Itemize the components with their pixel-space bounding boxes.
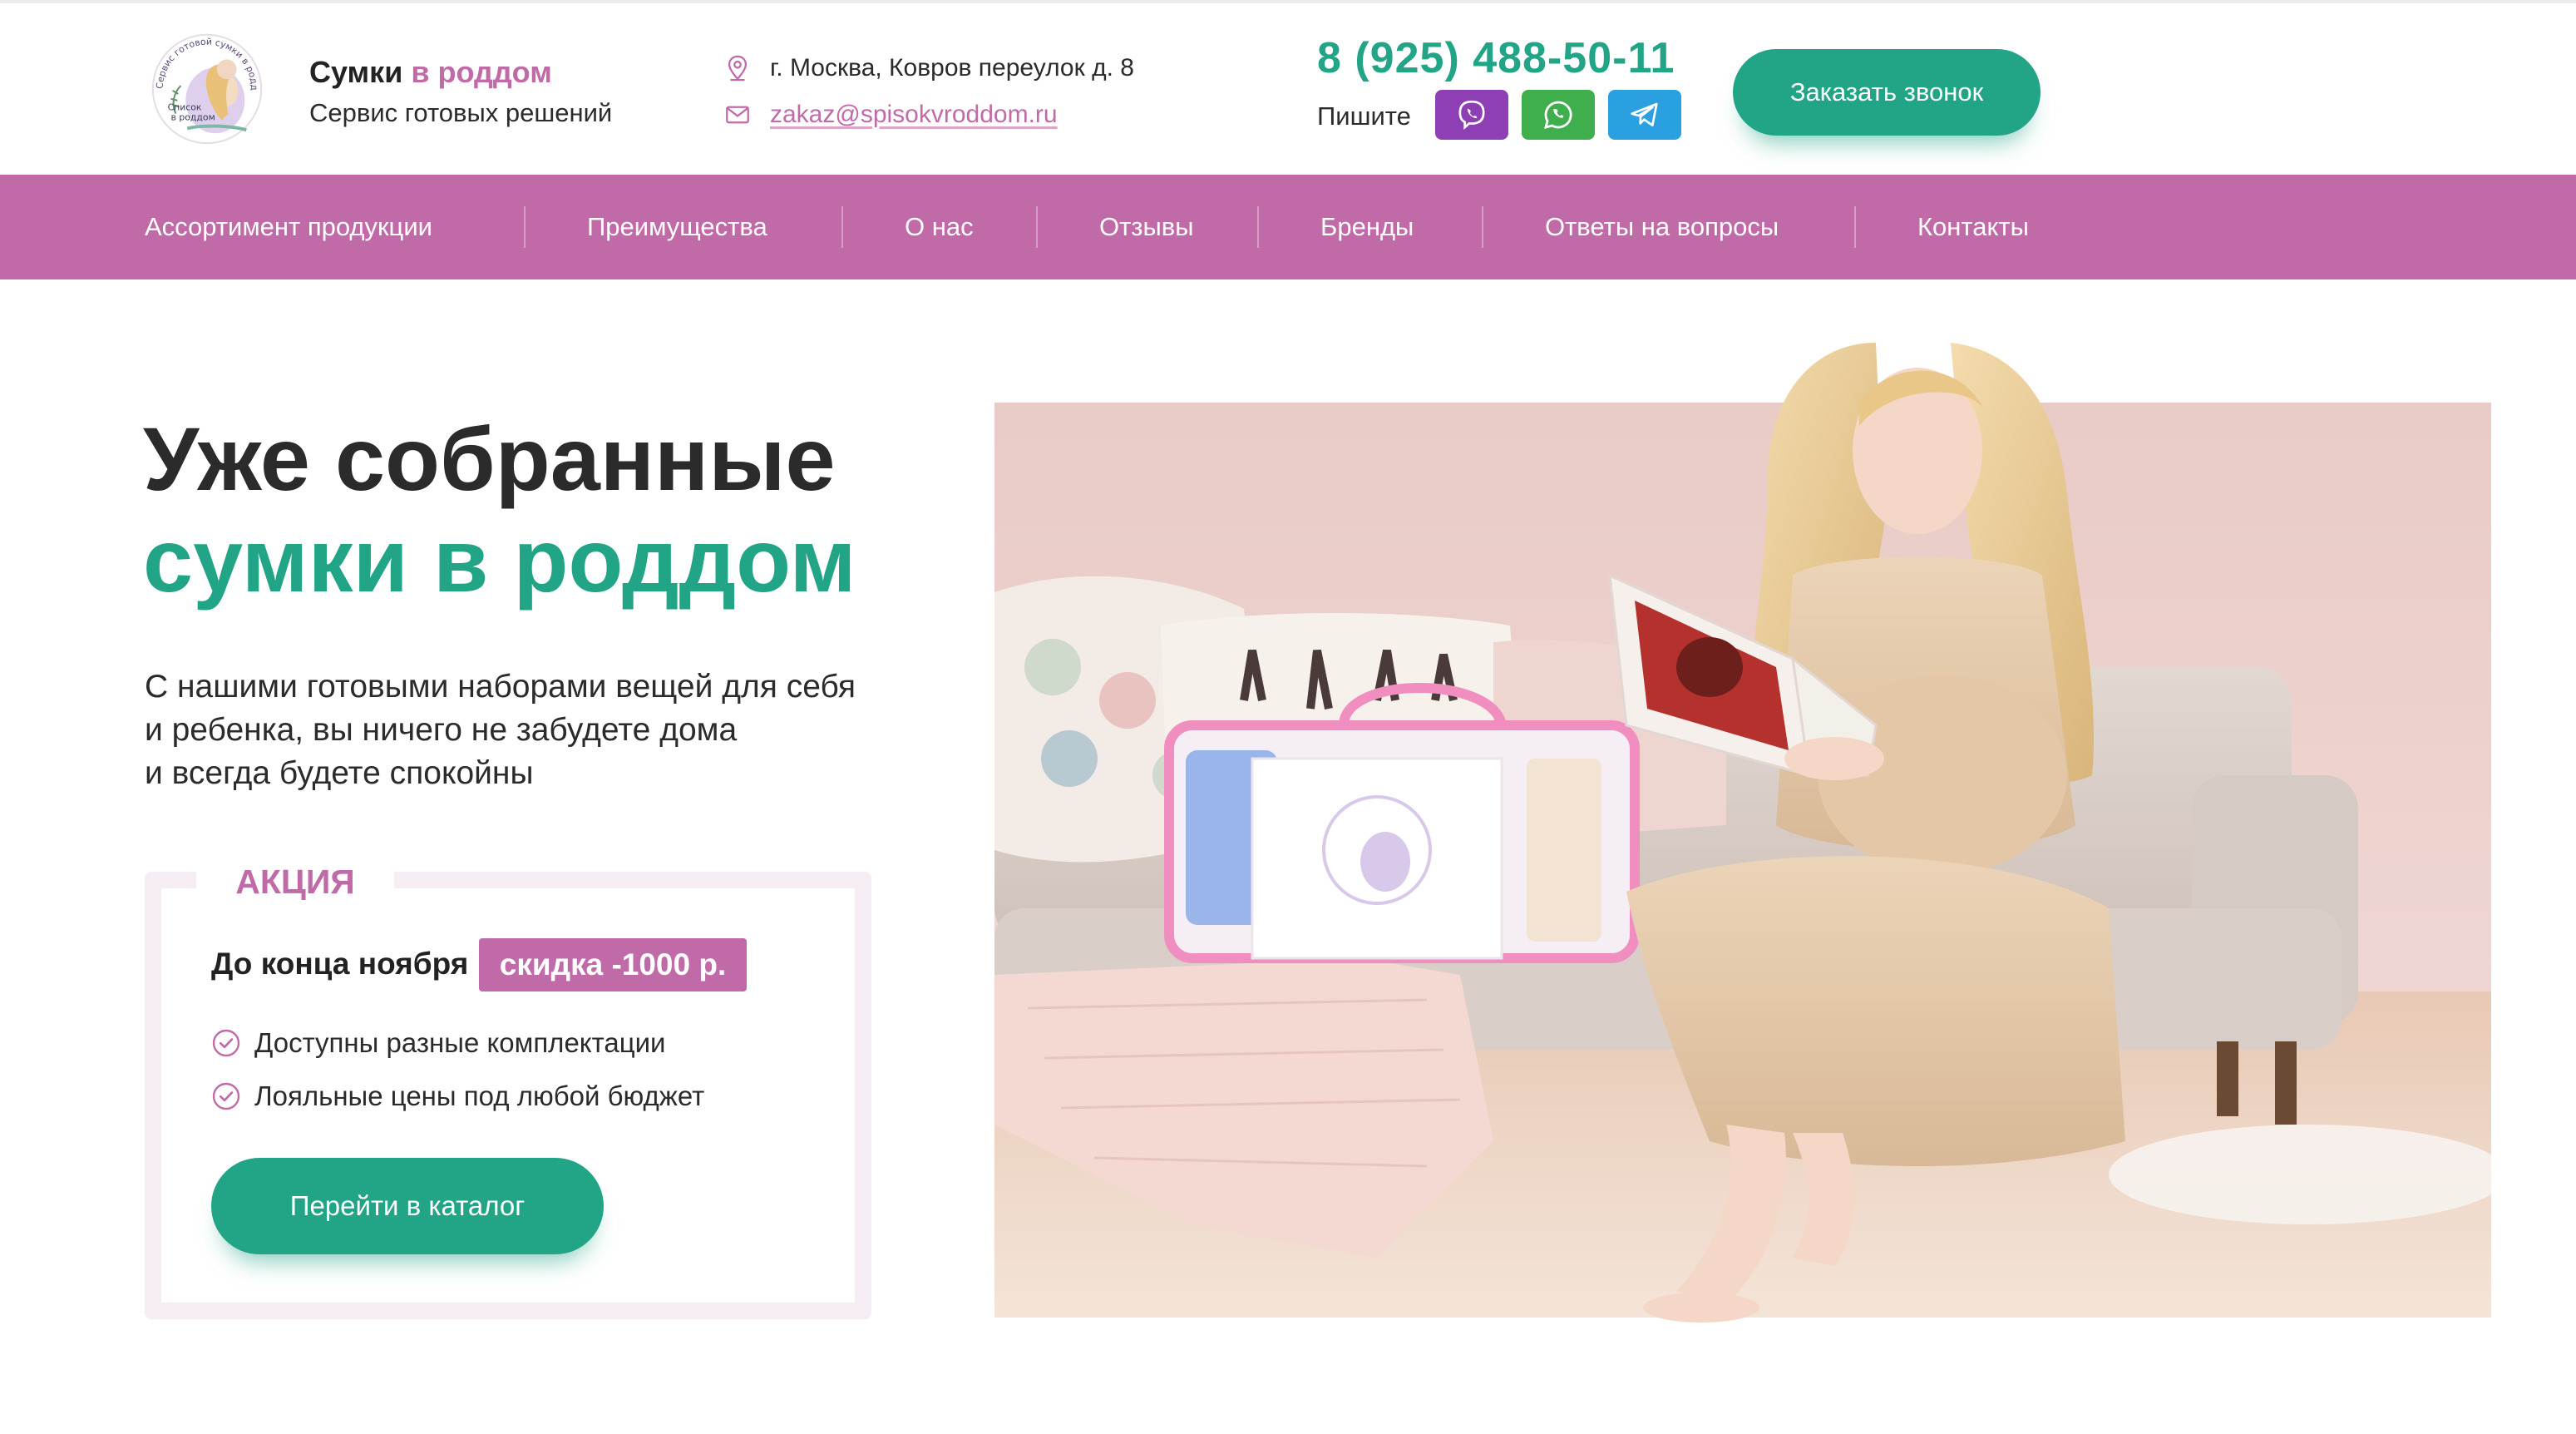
whatsapp-icon [1544,101,1572,129]
hero-lead: С нашими готовыми наборами вещей для себ… [145,665,856,795]
brand-tagline: Сервис готовых решений [309,98,613,127]
woman-dress-skirt [1626,856,2125,1166]
promo-feature: Лояльные цены под любой бюджет [211,1080,704,1113]
promo-feature-text: Доступны разные комплектации [254,1027,666,1058]
write-us-label: Пишите [1317,101,1411,131]
viber-button[interactable] [1435,90,1508,140]
promo-deadline: До конца ноября [211,947,469,981]
nav-divider [1036,206,1038,248]
nav-divider [1854,206,1856,248]
telegram-button[interactable] [1608,90,1681,140]
hero-photo [994,343,2491,1323]
nav-item-advantages[interactable]: Преимущества [587,175,767,279]
hero-lead-line: С нашими готовыми наборами вещей для себ… [145,669,856,705]
promo-feature: Доступны разные комплектации [211,1026,665,1060]
nav-item-brands[interactable]: Бренды [1320,175,1414,279]
location-pin-icon [728,55,748,82]
promo-tag: АКЦИЯ [196,848,394,915]
nav-item-contacts[interactable]: Контакты [1917,175,2029,279]
hero-lead-line: и всегда будете спокойны [145,755,534,791]
hero-title-line2: сумки в роддом [143,510,856,611]
email-row: zakaz@spisokvroddom.ru [723,98,1058,131]
nav-item-about[interactable]: О нас [905,175,974,279]
nav-item-faq[interactable]: Ответы на вопросы [1545,175,1779,279]
discount-badge: скидка -1000 р. [479,938,747,991]
main-nav: Ассортимент продукции Преимущества О нас… [0,175,2576,279]
brand-name-part1: Сумки [309,55,403,89]
hero-title-line1: Уже собранные [143,408,836,509]
brand-name[interactable]: Сумки в роддом [309,55,552,90]
check-circle-icon [212,1082,240,1110]
viber-icon [1458,100,1485,130]
address-row: г. Москва, Ковров переулок д. 8 [723,52,1134,85]
order-call-button[interactable]: Заказать звонок [1733,49,2041,136]
whatsapp-button[interactable] [1522,90,1595,140]
nav-divider [1482,206,1483,248]
site-header: Сервис готовой сумки в роддом Список в р… [0,3,2576,175]
address-text: г. Москва, Ковров переулок д. 8 [770,54,1134,82]
nav-divider [841,206,843,248]
nav-divider [1257,206,1259,248]
go-to-catalog-button[interactable]: Перейти в каталог [211,1158,604,1254]
nav-item-reviews[interactable]: Отзывы [1099,175,1194,279]
nav-item-assortment[interactable]: Ассортимент продукции [145,175,432,279]
logo-emblem-icon[interactable]: Сервис готовой сумки в роддом Список в р… [140,22,271,153]
svg-text:в роддом: в роддом [171,112,215,123]
brand-name-part2: в роддом [411,55,552,89]
check-circle-icon [212,1029,240,1057]
email-link[interactable]: zakaz@spisokvroddom.ru [770,101,1058,129]
phone-number[interactable]: 8 (925) 488-50-11 [1317,33,1675,83]
promo-feature-text: Лояльные цены под любой бюджет [254,1080,705,1111]
landing-page: Сервис готовой сумки в роддом Список в р… [0,0,2576,1434]
hero-lead-line: и ребенка, вы ничего не забудете дома [145,712,738,748]
nav-divider [524,206,526,248]
telegram-icon [1631,102,1658,127]
mail-icon [726,106,749,124]
